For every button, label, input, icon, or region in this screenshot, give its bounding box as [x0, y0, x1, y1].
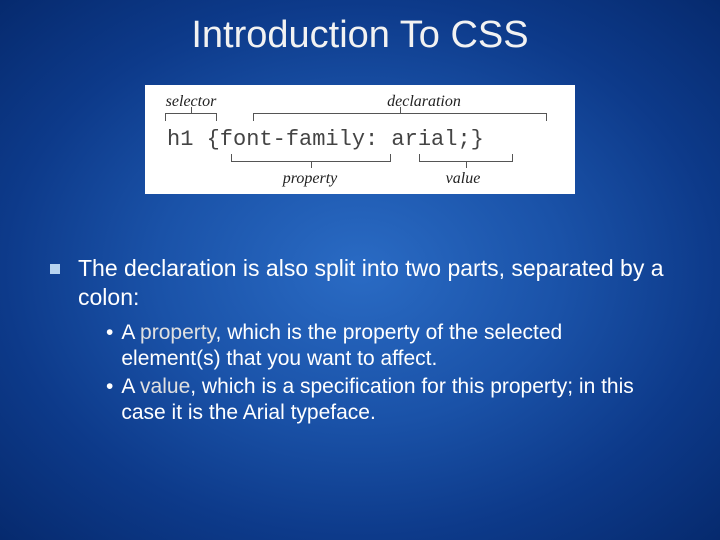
code-example: h1 {font-family: arial;} — [155, 125, 565, 154]
main-bullet: The declaration is also split into two p… — [50, 254, 670, 312]
sub-bullet-1: • A property, which is the property of t… — [106, 320, 660, 373]
body-content: The declaration is also split into two p… — [0, 194, 720, 427]
slide-title: Introduction To CSS — [0, 0, 720, 57]
sub-bullet-1-text: A property, which is the property of the… — [121, 320, 660, 373]
label-value: value — [417, 170, 509, 188]
bracket-value — [419, 154, 513, 162]
sub-bullet-list: • A property, which is the property of t… — [50, 320, 670, 427]
slide: Introduction To CSS selector declaration… — [0, 0, 720, 540]
bracket-property — [231, 154, 391, 162]
label-declaration: declaration — [283, 93, 565, 111]
main-point-text: The declaration is also split into two p… — [78, 254, 670, 312]
bracket-selector — [165, 113, 217, 121]
dot-icon: • — [106, 374, 113, 427]
bullet-icon — [50, 264, 60, 274]
css-syntax-diagram: selector declaration h1 {font-family: ar… — [145, 85, 575, 194]
sub-bullet-2-text: A value, which is a specification for th… — [121, 374, 660, 427]
bracket-declaration — [253, 113, 547, 121]
sub-bullet-2: • A value, which is a specification for … — [106, 374, 660, 427]
label-property: property — [231, 170, 389, 188]
dot-icon: • — [106, 320, 113, 373]
